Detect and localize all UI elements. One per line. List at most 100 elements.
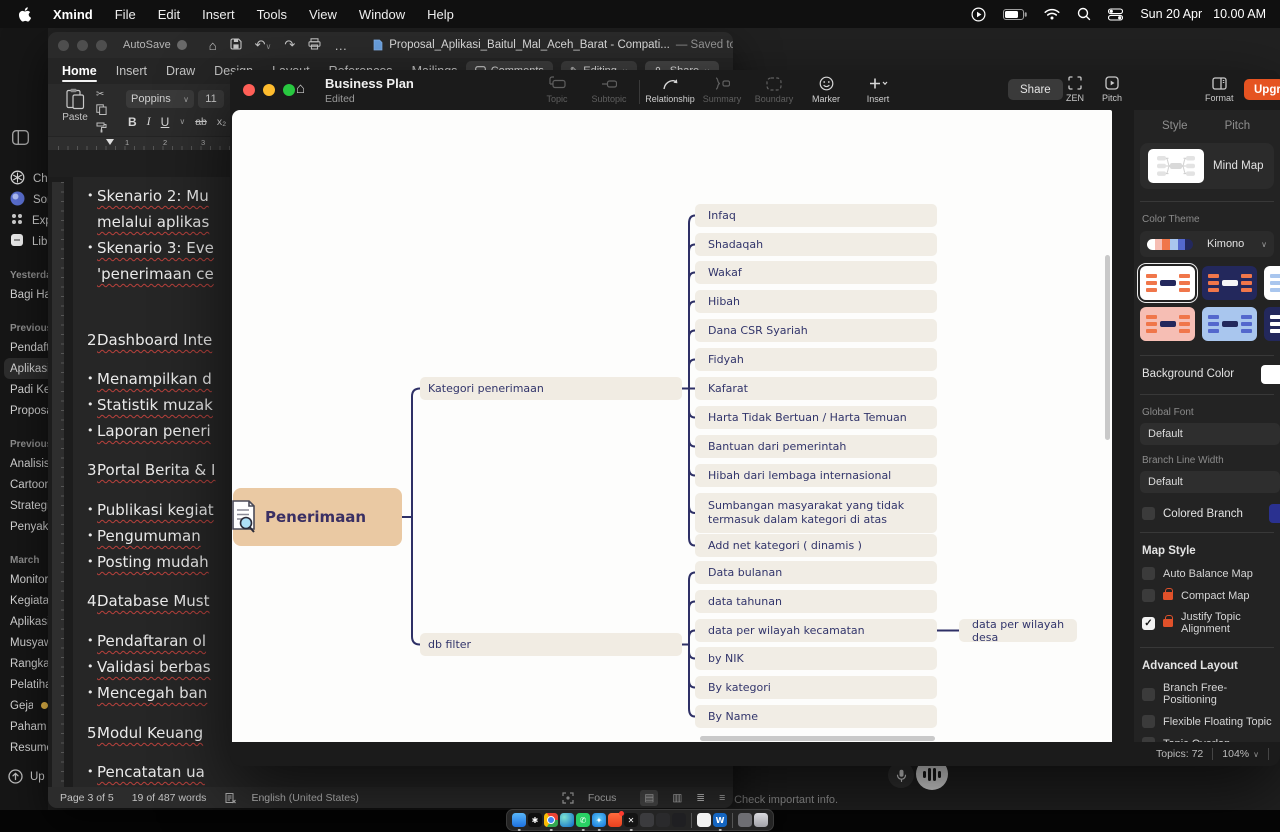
sidebar-item-cha[interactable]: Cha: [0, 168, 48, 189]
word-icon[interactable]: W: [713, 813, 727, 827]
print-layout-view-icon[interactable]: ▤: [640, 790, 658, 806]
word-count[interactable]: 19 of 487 words: [132, 792, 207, 804]
checkbox[interactable]: ✓: [1142, 617, 1155, 630]
proofing-icon[interactable]: [224, 792, 237, 804]
topic-node[interactable]: data per wilayah kecamatan: [695, 619, 937, 642]
history-item[interactable]: Musyaw: [0, 632, 48, 653]
chatgpt-icon[interactable]: ✱: [528, 813, 542, 827]
xmind-icon[interactable]: ✕: [624, 813, 638, 827]
apple-icon[interactable]: [18, 7, 31, 22]
canvas-zoom[interactable]: 104%: [1222, 748, 1249, 760]
menubar-menu-insert[interactable]: Insert: [202, 7, 235, 22]
topic-node[interactable]: data tahunan: [695, 590, 937, 613]
focus-icon[interactable]: [562, 792, 574, 804]
sidebar-toggle-icon[interactable]: [12, 130, 48, 150]
topic-node[interactable]: Fidyah: [695, 348, 937, 371]
topic-node[interactable]: Hibah: [695, 290, 937, 313]
history-item[interactable]: Pendafta: [0, 337, 48, 358]
topic-node[interactable]: Sumbangan masyarakat yang tidak termasuk…: [695, 493, 937, 533]
tab-draw[interactable]: Draw: [166, 58, 195, 84]
undo-icon[interactable]: ↶∨: [255, 37, 272, 53]
doc-icon[interactable]: [697, 813, 711, 827]
search-icon[interactable]: [1077, 7, 1091, 21]
topic-node[interactable]: by NIK: [695, 647, 937, 670]
history-item[interactable]: Pelatiha: [0, 674, 48, 695]
history-item[interactable]: Penyakit: [0, 516, 48, 537]
underline-button[interactable]: U: [161, 115, 170, 129]
finder-icon[interactable]: [512, 813, 526, 827]
home-icon[interactable]: ⌂: [209, 38, 217, 53]
mindmap-canvas[interactable]: PenerimaanKategori penerimaandb filterIn…: [232, 110, 1112, 742]
bold-button[interactable]: B: [128, 115, 137, 129]
menubar-menu-edit[interactable]: Edit: [158, 7, 180, 22]
more-icon[interactable]: …: [334, 38, 347, 53]
zoom-button[interactable]: [283, 84, 295, 96]
font-name-select[interactable]: Poppins ∨: [126, 90, 194, 108]
topic-node[interactable]: Dana CSR Syariah: [695, 319, 937, 342]
copy-icon[interactable]: [96, 104, 107, 118]
history-item[interactable]: Bagi Has: [0, 284, 48, 305]
zen-button[interactable]: ZEN: [1066, 75, 1084, 103]
checkbox[interactable]: [1142, 715, 1155, 728]
outline-view-icon[interactable]: ≣: [696, 792, 705, 804]
menubar-menu-view[interactable]: View: [309, 7, 337, 22]
history-item[interactable]: Proposa: [0, 400, 48, 421]
history-item[interactable]: Cartoon: [0, 474, 48, 495]
play-icon[interactable]: [971, 7, 986, 22]
vertical-ruler[interactable]: [52, 182, 64, 787]
topic-node[interactable]: By Name: [695, 705, 937, 728]
history-item[interactable]: Kegiatan: [0, 590, 48, 611]
cut-icon[interactable]: ✂: [96, 89, 107, 100]
history-item[interactable]: Rangkai: [0, 653, 48, 674]
format-painter-icon[interactable]: [96, 122, 107, 136]
colored-branch-checkbox[interactable]: [1142, 507, 1155, 520]
files-icon[interactable]: [640, 813, 654, 827]
theme-thumbnail[interactable]: [1264, 307, 1280, 341]
insert-button[interactable]: Insert: [856, 75, 900, 104]
media-icon[interactable]: [672, 813, 686, 827]
web-layout-view-icon[interactable]: ▥: [672, 792, 682, 804]
sidebar-item-sor[interactable]: Sor: [0, 189, 48, 210]
minimize-button[interactable]: [263, 84, 275, 96]
window-controls[interactable]: [48, 40, 107, 51]
wifi-icon[interactable]: [1044, 8, 1060, 20]
panel-tab-style[interactable]: Style: [1162, 120, 1188, 132]
word-titlebar[interactable]: AutoSave ⌂ ↶∨ ↷ … Proposal_Aplikasi_Bait…: [48, 32, 733, 58]
page-indicator[interactable]: Page 3 of 5: [60, 792, 114, 804]
save-icon[interactable]: [230, 38, 242, 53]
menubar-menu-help[interactable]: Help: [427, 7, 454, 22]
share-button[interactable]: Share: [1008, 79, 1063, 100]
theme-thumbnail[interactable]: [1202, 266, 1257, 300]
paste-button[interactable]: Paste: [58, 88, 92, 132]
pitch-button[interactable]: Pitch: [1102, 75, 1122, 103]
menubar-menu-window[interactable]: Window: [359, 7, 405, 22]
main-topic[interactable]: db filter: [420, 633, 682, 656]
upgrade-button[interactable]: Upgrade: [1244, 79, 1280, 100]
control-center-icon[interactable]: [1108, 8, 1123, 21]
focus-label[interactable]: Focus: [588, 792, 617, 804]
autosave-toggle[interactable]: AutoSave: [123, 39, 187, 51]
sidebar-item-lib[interactable]: Lib: [0, 231, 48, 252]
history-item[interactable]: Analisis: [0, 453, 48, 474]
checkbox[interactable]: [1142, 567, 1155, 580]
whatsapp-icon[interactable]: ✆: [576, 813, 590, 827]
topic-node[interactable]: By kategori: [695, 676, 937, 699]
sidebar-item-exp[interactable]: Exp: [0, 210, 48, 231]
redo-icon[interactable]: ↷: [284, 37, 295, 53]
history-item[interactable]: Monitori: [0, 569, 48, 590]
history-item[interactable]: Resume: [0, 737, 48, 758]
theme-thumbnail[interactable]: [1140, 307, 1195, 341]
indent-marker[interactable]: [106, 139, 114, 145]
tab-home[interactable]: Home: [62, 58, 97, 84]
subscript-button[interactable]: x₂: [217, 116, 226, 128]
theme-thumbnail[interactable]: [1202, 307, 1257, 341]
upgrade-plan-item[interactable]: Up: [8, 769, 45, 784]
strikethrough-button[interactable]: ab: [195, 116, 207, 128]
chrome-icon[interactable]: [544, 813, 558, 827]
terminal-icon[interactable]: [656, 813, 670, 827]
background-color-swatch[interactable]: [1261, 365, 1280, 384]
history-item[interactable]: Padi Ken: [0, 379, 48, 400]
checkbox[interactable]: [1142, 688, 1155, 701]
history-item[interactable]: Paham A: [0, 716, 48, 737]
menubar-app-name[interactable]: Xmind: [53, 7, 93, 22]
